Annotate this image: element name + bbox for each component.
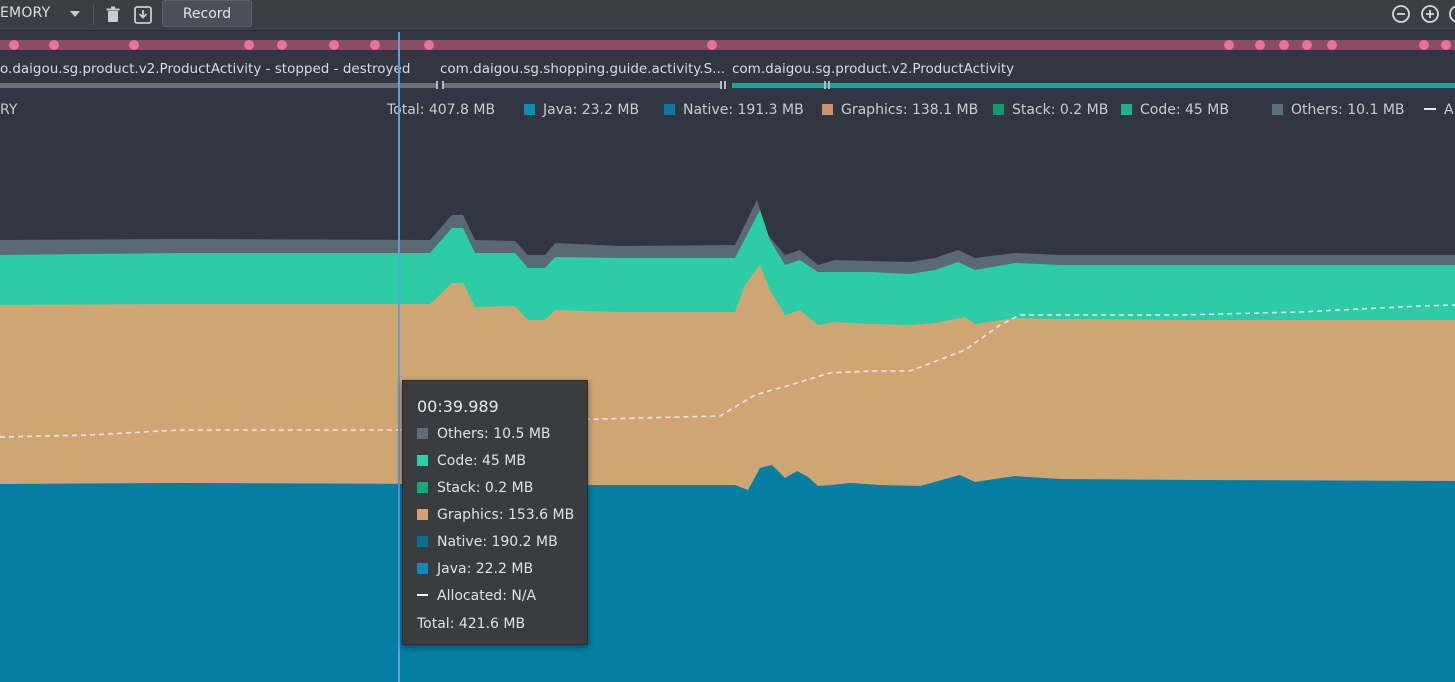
tooltip-time: 00:39.989 <box>417 397 499 416</box>
save-heap-dump-icon[interactable] <box>132 4 154 26</box>
legend-native-label: Native: 191.3 MB <box>683 102 804 118</box>
chevron-down-icon[interactable] <box>70 11 80 17</box>
memory-tooltip: 00:39.989 Others: 10.5 MB Code: 45 MB St… <box>402 380 588 645</box>
code-swatch <box>417 455 428 466</box>
profiler-toolbar: EMORY Record <box>0 0 1455 31</box>
tooltip-native-label: Native: 190.2 MB <box>437 534 558 550</box>
legend-others: Others: 10.1 MB <box>1272 102 1405 118</box>
graphics-swatch <box>417 509 428 520</box>
event-lane-bar <box>0 40 1455 50</box>
profiler-dropdown-label[interactable]: EMORY <box>0 5 50 21</box>
activity-label[interactable]: o.daigou.sg.product.v2.ProductActivity -… <box>0 61 410 77</box>
others-swatch <box>417 428 428 439</box>
tooltip-row-stack: Stack: 0.2 MB <box>417 480 533 496</box>
tooltip-row-allocated: Allocated: N/A <box>417 588 536 604</box>
tooltip-total: Total: 421.6 MB <box>417 616 526 632</box>
native-area <box>0 465 1455 682</box>
java-swatch <box>417 563 428 574</box>
tooltip-stack-label: Stack: 0.2 MB <box>437 480 534 496</box>
java-swatch <box>524 104 535 115</box>
legend-native: Native: 191.3 MB <box>664 102 804 118</box>
native-swatch <box>664 104 675 115</box>
tooltip-java-label: Java: 22.2 MB <box>437 561 534 577</box>
legend-allocated-label: A <box>1444 102 1454 118</box>
legend-total: Total: 407.8 MB <box>387 102 496 118</box>
others-swatch <box>1272 104 1283 115</box>
allocated-dash <box>417 594 428 596</box>
tooltip-row-native: Native: 190.2 MB <box>417 534 558 550</box>
event-timeline[interactable] <box>0 38 1455 52</box>
legend-java: Java: 23.2 MB <box>524 102 639 118</box>
tooltip-others-label: Others: 10.5 MB <box>437 426 551 442</box>
activity-lane: o.daigou.sg.product.v2.ProductActivity -… <box>0 58 1455 92</box>
toolbar-divider <box>93 5 94 25</box>
memory-legend: RY Total: 407.8 MB Java: 23.2 MB Native:… <box>0 100 1455 122</box>
activity-label[interactable]: com.daigou.sg.shopping.guide.activity.S.… <box>440 61 725 77</box>
allocated-dash <box>1424 108 1436 110</box>
legend-allocated: A <box>1424 102 1454 118</box>
code-swatch <box>1121 104 1132 115</box>
tooltip-row-java: Java: 22.2 MB <box>417 561 533 577</box>
zoom-in-icon[interactable] <box>1420 4 1440 24</box>
tooltip-allocated-label: Allocated: N/A <box>437 588 537 604</box>
legend-stack: Stack: 0.2 MB <box>993 102 1108 118</box>
activity-bars <box>0 81 1455 89</box>
legend-others-label: Others: 10.1 MB <box>1291 102 1405 118</box>
stack-swatch <box>417 482 428 493</box>
tooltip-graphics-label: Graphics: 153.6 MB <box>437 507 575 523</box>
stack-swatch <box>993 104 1004 115</box>
activity-label[interactable]: com.daigou.sg.product.v2.ProductActivity <box>732 61 1014 77</box>
tooltip-row-graphics: Graphics: 153.6 MB <box>417 507 574 523</box>
legend-code-label: Code: 45 MB <box>1140 102 1229 118</box>
memory-area-chart[interactable] <box>0 125 1455 682</box>
legend-java-label: Java: 23.2 MB <box>543 102 640 118</box>
tooltip-code-label: Code: 45 MB <box>437 453 526 469</box>
zoom-out-icon[interactable] <box>1391 4 1411 24</box>
legend-graphics: Graphics: 138.1 MB <box>822 102 978 118</box>
tooltip-row-others: Others: 10.5 MB <box>417 426 551 442</box>
graphics-swatch <box>822 104 833 115</box>
reset-zoom-icon[interactable] <box>1448 4 1455 24</box>
record-button[interactable]: Record <box>162 0 252 27</box>
legend-stack-label: Stack: 0.2 MB <box>1012 102 1109 118</box>
native-swatch <box>417 536 428 547</box>
legend-graphics-label: Graphics: 138.1 MB <box>841 102 979 118</box>
timeline-cursor[interactable] <box>398 32 400 682</box>
legend-category-label: RY <box>0 102 18 118</box>
legend-code: Code: 45 MB <box>1121 102 1229 118</box>
trash-icon[interactable] <box>102 4 124 26</box>
tooltip-row-code: Code: 45 MB <box>417 453 526 469</box>
